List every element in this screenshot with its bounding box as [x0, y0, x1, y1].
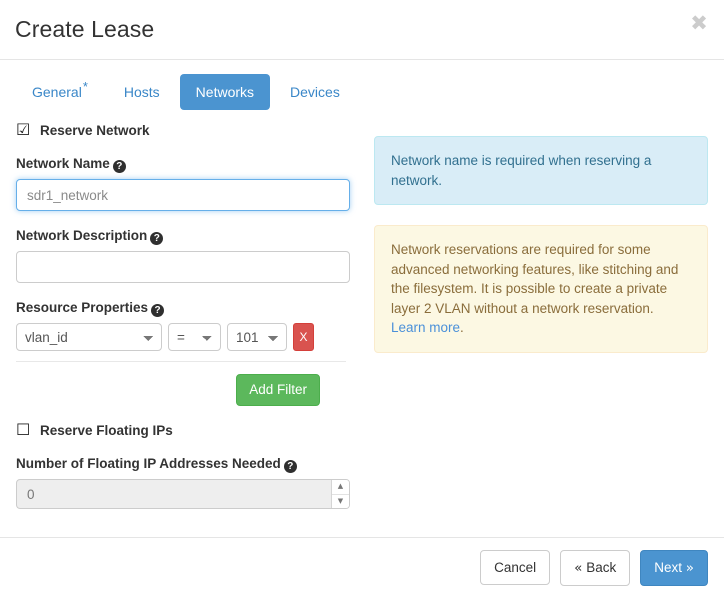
network-name-input[interactable]	[16, 179, 350, 211]
network-name-group: Network Name?	[16, 156, 350, 211]
learn-more-link[interactable]: Learn more	[391, 320, 460, 335]
tab-general-required-marker: *	[82, 79, 88, 95]
network-description-input[interactable]	[16, 251, 350, 283]
network-description-group: Network Description?	[16, 228, 350, 283]
info-alert: Network name is required when reserving …	[374, 136, 708, 206]
floating-ip-count-input[interactable]	[16, 479, 350, 509]
checkbox-unchecked-icon: ☐	[16, 420, 31, 439]
checkbox-checked-icon: ☑	[16, 120, 31, 139]
resource-properties-label-text: Resource Properties	[16, 300, 149, 315]
tab-networks[interactable]: Networks	[179, 74, 271, 110]
floating-ip-count-label-text: Number of Floating IP Addresses Needed	[16, 456, 281, 471]
help-icon[interactable]: ?	[150, 232, 164, 245]
modal-header: Create Lease	[0, 0, 724, 60]
help-icon[interactable]: ?	[283, 460, 297, 473]
warning-alert-suffix: .	[460, 320, 464, 336]
stepper-controls: ▲ ▼	[331, 480, 349, 508]
floating-ip-count-label: Number of Floating IP Addresses Needed?	[16, 456, 346, 473]
reserve-network-label: Reserve Network	[40, 122, 150, 138]
modal-body: ☑ Reserve Network Network Name? Network …	[0, 110, 724, 530]
tab-networks-label: Networks	[195, 84, 255, 100]
resource-properties-label: Resource Properties?	[16, 300, 346, 317]
add-filter-button[interactable]: Add Filter	[236, 374, 320, 406]
close-icon[interactable]: ✖	[686, 10, 712, 36]
filter-key-select[interactable]: vlan_id	[16, 323, 162, 351]
next-chevron-icon: »	[685, 559, 694, 576]
create-lease-modal: Create Lease ✖ General* Hosts Networks D…	[0, 0, 724, 597]
resource-property-filter-row: vlan_id = 101 X	[16, 323, 346, 362]
reserve-network-checkbox[interactable]: ☑ Reserve Network	[16, 122, 346, 138]
tab-hosts-label: Hosts	[123, 84, 160, 100]
help-icon[interactable]: ?	[151, 304, 165, 317]
floating-ip-count-stepper: ▲ ▼	[16, 479, 350, 509]
reserve-floating-ips-checkbox[interactable]: ☐ Reserve Floating IPs	[16, 422, 346, 438]
tab-devices[interactable]: Devices	[274, 74, 356, 110]
tab-hosts[interactable]: Hosts	[108, 74, 176, 110]
back-button[interactable]: « Back	[560, 549, 631, 586]
cancel-button[interactable]: Cancel	[480, 550, 551, 585]
reserve-floating-ips-label: Reserve Floating IPs	[40, 422, 173, 438]
resource-properties-group: Resource Properties? vlan_id = 101 X Add	[16, 300, 346, 406]
back-button-label: Back	[586, 559, 617, 575]
tab-general[interactable]: General*	[16, 74, 104, 110]
next-button[interactable]: Next »	[640, 549, 708, 586]
network-name-label-text: Network Name	[16, 156, 110, 171]
back-chevron-icon: «	[574, 559, 583, 576]
form-column: ☑ Reserve Network Network Name? Network …	[16, 122, 356, 530]
help-icon[interactable]: ?	[112, 160, 126, 173]
network-name-label: Network Name?	[16, 156, 346, 173]
warning-alert: Network reservations are required for so…	[374, 225, 708, 353]
remove-filter-button[interactable]: X	[293, 323, 314, 351]
tab-bar: General* Hosts Networks Devices	[0, 60, 724, 110]
help-column: Network name is required when reserving …	[374, 122, 708, 530]
tab-general-label: General	[32, 84, 82, 100]
info-alert-text: Network name is required when reserving …	[391, 153, 652, 188]
floating-ip-count-group: Number of Floating IP Addresses Needed? …	[16, 456, 350, 509]
next-button-label: Next	[654, 559, 682, 575]
network-description-label: Network Description?	[16, 228, 346, 245]
warning-alert-text: Network reservations are required for so…	[391, 242, 679, 316]
modal-footer: Cancel « Back Next »	[0, 537, 724, 597]
tab-devices-label: Devices	[290, 84, 340, 100]
network-description-label-text: Network Description	[16, 228, 148, 243]
filter-operator-select[interactable]: =	[168, 323, 221, 351]
stepper-up-icon[interactable]: ▲	[332, 480, 349, 495]
filter-value-select[interactable]: 101	[227, 323, 287, 351]
page-title: Create Lease	[15, 15, 155, 42]
stepper-down-icon[interactable]: ▼	[332, 494, 349, 508]
add-filter-row: Add Filter	[16, 362, 346, 406]
